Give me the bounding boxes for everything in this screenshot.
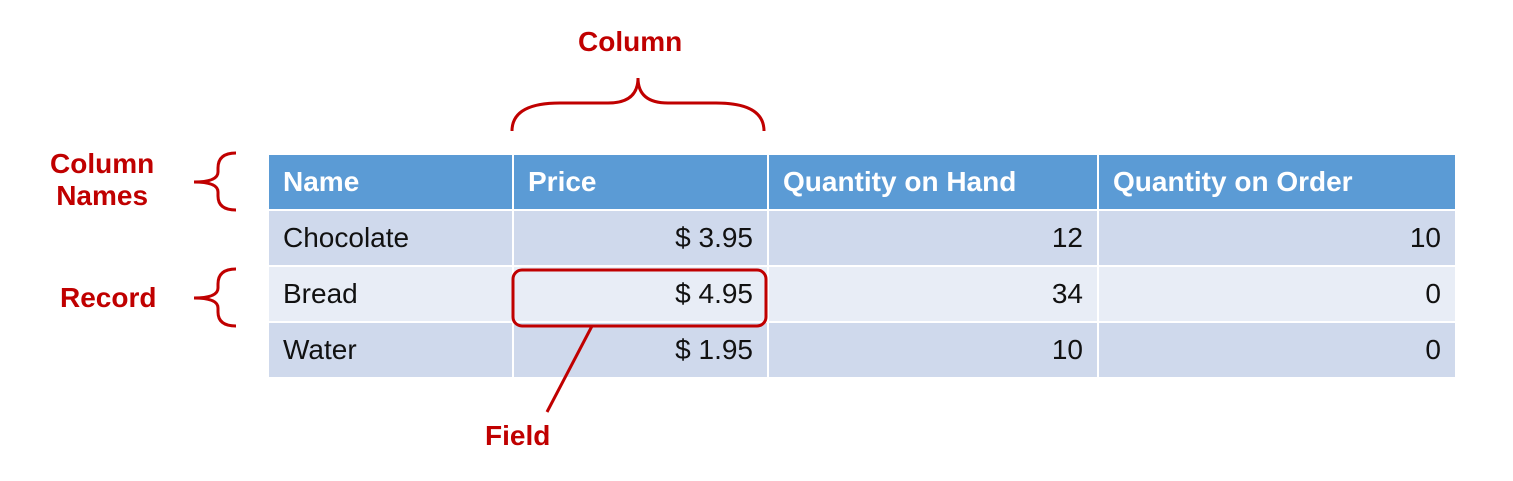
column-names-brace [193,151,237,212]
record-brace [193,267,237,328]
column-brace [510,77,766,132]
field-pointer-line [545,325,594,413]
field-highlight [511,268,768,328]
annotation-overlay [193,77,768,413]
